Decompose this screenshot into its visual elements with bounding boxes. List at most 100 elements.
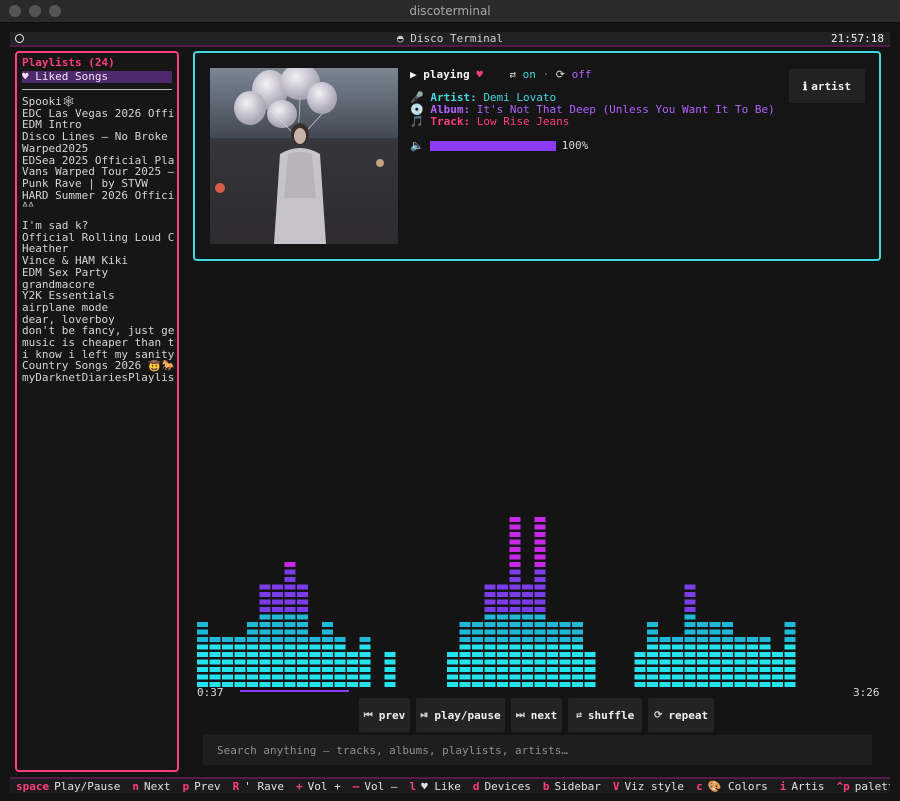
repeat-button[interactable]: ⟳ repeat	[648, 698, 714, 732]
sidebar-item-playlist[interactable]: Y2K Essentials	[22, 290, 174, 302]
sidebar-item-liked-songs[interactable]: ♥ Liked Songs	[22, 71, 172, 83]
visualizer-segment	[272, 622, 283, 627]
visualizer-segment	[509, 569, 521, 575]
sidebar-item-playlist[interactable]: Country Songs 2026 🤠🐎	[22, 360, 174, 372]
sidebar-item-playlist[interactable]: Spooki🕸	[22, 96, 174, 108]
visualizer-segment	[747, 667, 758, 672]
close-window-button[interactable]	[9, 5, 21, 17]
visualizer-segment	[509, 562, 521, 567]
prev-button[interactable]: ⏮ prev	[359, 698, 410, 732]
playlist-sidebar[interactable]: Playlists (24) ♥ Liked Songs Spooki🕸 EDC …	[15, 51, 179, 772]
sidebar-item-playlist[interactable]: I'm sad k?	[22, 220, 174, 232]
next-button[interactable]: ⏭ next	[511, 698, 562, 732]
key-description: 🎨 Colors	[707, 780, 768, 793]
key-label: d	[472, 780, 480, 793]
search-input[interactable]	[215, 742, 859, 758]
sidebar-item-playlist[interactable]: ᐞᐞ	[22, 201, 174, 213]
visualizer-segment	[784, 659, 796, 665]
repeat-state: off	[571, 68, 592, 81]
visualizer-segment	[359, 682, 371, 687]
visualizer-segment	[509, 674, 521, 680]
sidebar-item-playlist[interactable]: myDarknetDiariesPlaylist	[22, 372, 174, 384]
visualizer-segment	[722, 674, 733, 680]
visualizer-segment	[259, 637, 271, 642]
visualizer-segment	[659, 652, 671, 657]
volume-bar[interactable]	[429, 141, 556, 151]
visualizer-segment	[534, 614, 546, 620]
visualizer-segment	[509, 607, 521, 612]
visualizer-segment	[484, 592, 496, 597]
visualizer-segment	[684, 622, 696, 627]
sidebar-item-playlist[interactable]: Vans Warped Tour 2025 –	[22, 166, 174, 178]
liked-heart-icon[interactable]: ♥	[476, 68, 483, 81]
visualizer-bar	[259, 584, 271, 687]
sidebar-item-playlist[interactable]: don't be fancy, just get	[22, 325, 174, 337]
sidebar-item-playlist[interactable]: EDC Las Vegas 2026 Offic	[22, 108, 174, 120]
visualizer-segment	[672, 659, 683, 665]
visualizer-bar	[734, 637, 746, 687]
sidebar-item-playlist[interactable]: EDM Sex Party	[22, 267, 174, 279]
visualizer-segment	[522, 607, 533, 612]
visualizer-bar	[647, 622, 658, 687]
sidebar-item-playlist[interactable]: Punk Rave | by STVW	[22, 178, 174, 190]
search-bar[interactable]	[203, 735, 872, 765]
play-pause-button[interactable]: ⏯ play/pause	[416, 698, 505, 732]
visualizer-segment	[247, 637, 258, 642]
keybinding-hint: V Viz style	[613, 780, 684, 793]
visualizer-segment	[522, 637, 533, 642]
visualizer-segment	[759, 674, 771, 680]
visualizer-segment	[284, 644, 296, 650]
visualizer-segment	[309, 659, 321, 665]
visualizer-segment	[309, 682, 321, 687]
visualizer-segment	[484, 622, 496, 627]
visualizer-segment	[759, 667, 771, 672]
visualizer-segment	[484, 674, 496, 680]
sidebar-item-playlist[interactable]: music is cheaper than th	[22, 337, 174, 349]
progress-bar[interactable]	[240, 690, 846, 692]
sidebar-item-playlist[interactable]: Official Rolling Loud Ca	[22, 232, 174, 244]
key-label: +	[295, 780, 303, 793]
visualizer-segment	[772, 667, 783, 672]
visualizer-segment	[784, 652, 796, 657]
sidebar-item-playlist[interactable]: airplane mode	[22, 302, 174, 314]
visualizer-segment	[709, 644, 721, 650]
sidebar-item-playlist[interactable]: Heather	[22, 243, 174, 255]
sidebar-item-playlist[interactable]: i know i left my sanity	[22, 349, 174, 361]
shuffle-button[interactable]: ⇄ shuffle	[568, 698, 642, 732]
artist-info-button[interactable]: ℹ artist	[789, 69, 865, 103]
visualizer-segment	[334, 674, 346, 680]
visualizer-segment	[497, 629, 508, 635]
sidebar-item-playlist[interactable]: Disco Lines – No Broke B	[22, 131, 174, 143]
visualizer-segment	[247, 674, 258, 680]
visualizer-segment	[684, 592, 696, 597]
sidebar-item-playlist[interactable]: grandmacore	[22, 279, 174, 291]
minimize-window-button[interactable]	[29, 5, 41, 17]
keybinding-hint: + Vol +	[296, 780, 341, 793]
visualizer-segment	[259, 584, 271, 590]
visualizer-segment	[297, 599, 308, 605]
sidebar-item-playlist[interactable]: dear, loverboy	[22, 314, 174, 326]
visualizer-segment	[722, 622, 733, 627]
visualizer-segment	[547, 659, 558, 665]
sidebar-item-playlist[interactable]: Vince & HAM Kiki	[22, 255, 174, 267]
visualizer-segment	[297, 667, 308, 672]
visualizer-bar	[559, 622, 571, 687]
visualizer-segment	[634, 682, 646, 687]
key-description: palette	[854, 780, 890, 793]
visualizer-segment	[322, 622, 333, 627]
visualizer-segment	[297, 644, 308, 650]
zoom-window-button[interactable]	[49, 5, 61, 17]
visualizer-segment	[284, 607, 296, 612]
visualizer-segment	[272, 592, 283, 597]
visualizer-segment	[359, 674, 371, 680]
visualizer-segment	[547, 644, 558, 650]
sidebar-item-playlist[interactable]: EDM Intro	[22, 119, 174, 131]
sidebar-item-playlist[interactable]: HARD Summer 2026 Officia	[22, 190, 174, 202]
sidebar-item-playlist[interactable]: EDSea 2025 Official Play	[22, 155, 174, 167]
visualizer-segment	[659, 644, 671, 650]
visualizer-segment	[559, 667, 571, 672]
sidebar-item-playlist[interactable]: Warped2025	[22, 143, 174, 155]
keybinding-bar: space Play/Pause n Next p Prev R ' Rave + Vol + – V…	[10, 777, 890, 793]
visualizer-segment	[784, 637, 796, 642]
window-controls[interactable]	[9, 5, 61, 17]
